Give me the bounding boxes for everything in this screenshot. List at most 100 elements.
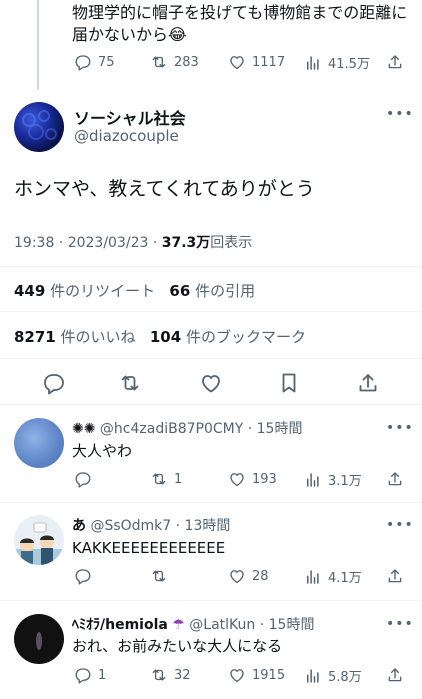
views-icon bbox=[307, 668, 319, 683]
reply-retweet-count: 32 bbox=[174, 667, 191, 683]
reply-reply-button[interactable]: 1 bbox=[74, 666, 106, 684]
reply-header: あ @SsOdmk7 · 13時間 bbox=[72, 515, 230, 535]
reply-retweet-count: 1 bbox=[174, 471, 183, 487]
reply-display-name[interactable]: ﾍﾐｵﾗ/hemiola bbox=[72, 617, 168, 633]
reply-avatar[interactable] bbox=[14, 515, 64, 565]
quote-total[interactable]: 66 bbox=[169, 282, 190, 300]
reply-like-count: 28 bbox=[252, 568, 269, 584]
parent-share-button[interactable] bbox=[386, 53, 410, 71]
reply-share-button[interactable] bbox=[386, 470, 410, 488]
bookmark-total[interactable]: 104 bbox=[150, 328, 181, 346]
share-icon bbox=[388, 668, 402, 682]
reply-icon bbox=[75, 472, 91, 488]
reply-icon bbox=[75, 668, 91, 684]
retweet-icon[interactable] bbox=[118, 371, 142, 395]
bookmark-icon[interactable] bbox=[277, 371, 301, 395]
reply-handle[interactable]: @SsOdmk7 bbox=[90, 518, 171, 534]
umbrella-icon: ☂ bbox=[172, 617, 185, 633]
share-icon bbox=[388, 472, 402, 486]
parent-views-button[interactable]: 41.5万 bbox=[304, 53, 370, 72]
divider bbox=[0, 502, 422, 503]
quote-total-label[interactable]: 件の引用 bbox=[195, 282, 255, 300]
divider bbox=[0, 404, 422, 405]
parent-tweet-text: 物理学的に帽子を投げても博物館までの距離に届かないから😂 bbox=[72, 3, 408, 44]
reply-share-button[interactable] bbox=[386, 567, 410, 585]
more-icon[interactable]: ••• bbox=[386, 517, 414, 533]
reply-like-count: 1915 bbox=[252, 667, 286, 683]
reply-avatar[interactable] bbox=[14, 418, 64, 468]
reply-views-button[interactable]: 4.1万 bbox=[304, 567, 362, 586]
views-icon bbox=[307, 55, 319, 70]
reply-reply-button[interactable] bbox=[74, 470, 98, 488]
share-icon bbox=[388, 55, 402, 69]
reply-handle[interactable]: @hc4zadiB87P0CMY bbox=[100, 421, 243, 437]
reply-view-count: 4.1万 bbox=[328, 571, 362, 586]
retweet-total-label[interactable]: 件のリツイート bbox=[50, 282, 155, 300]
reply-time[interactable]: · 15時間 bbox=[260, 617, 315, 633]
reply-like-count: 193 bbox=[252, 471, 277, 487]
more-icon[interactable]: ••• bbox=[386, 106, 414, 122]
retweet-icon bbox=[152, 56, 166, 68]
reply-avatar[interactable] bbox=[14, 614, 64, 664]
heart-icon bbox=[230, 56, 244, 70]
reply-header: ✺✺ @hc4zadiB87P0CMY · 15時間 bbox=[72, 418, 302, 438]
parent-view-count: 41.5万 bbox=[328, 57, 370, 72]
retweet-total[interactable]: 449 bbox=[14, 282, 45, 300]
main-handle[interactable]: @diazocouple bbox=[74, 127, 179, 145]
parent-reply-button[interactable]: 75 bbox=[74, 53, 115, 71]
bookmark-total-label[interactable]: 件のブックマーク bbox=[186, 328, 306, 346]
reply-text: おれ、お前みたいな大人になる bbox=[72, 637, 283, 655]
reply-retweet-button[interactable]: 32 bbox=[150, 666, 191, 684]
divider bbox=[0, 266, 422, 267]
share-icon[interactable] bbox=[356, 371, 380, 395]
reply-icon[interactable] bbox=[42, 371, 66, 395]
reply-text: 大人やわ bbox=[72, 442, 133, 460]
main-tweet-text: ホンマや、教えてくれてありがとう bbox=[14, 178, 315, 200]
divider bbox=[0, 358, 422, 359]
reply-time[interactable]: · 13時間 bbox=[176, 518, 231, 534]
reply-header: ﾍﾐｵﾗ/hemiola ☂ @LatlKun · 15時間 bbox=[72, 614, 314, 634]
like-total[interactable]: 8271 bbox=[14, 328, 56, 346]
more-icon[interactable]: ••• bbox=[386, 420, 414, 436]
parent-reply-count: 75 bbox=[98, 54, 115, 70]
reply-views-button[interactable]: 5.8万 bbox=[304, 666, 362, 685]
more-icon[interactable]: ••• bbox=[386, 616, 414, 632]
retweet-icon bbox=[152, 570, 166, 582]
reply-retweet-button[interactable]: 1 bbox=[150, 470, 182, 488]
views-icon bbox=[307, 569, 319, 584]
reply-like-button[interactable]: 193 bbox=[228, 470, 277, 488]
reply-like-button[interactable]: 1915 bbox=[228, 666, 285, 684]
tweet-timestamp[interactable]: 19:38 · 2023/03/23 · bbox=[14, 235, 162, 251]
parent-retweet-button[interactable]: 283 bbox=[150, 53, 199, 71]
thread-line bbox=[37, 0, 39, 90]
reply-reply-button[interactable] bbox=[74, 567, 98, 585]
retweet-icon bbox=[152, 473, 166, 485]
like-stats: 8271 件のいいね 104 件のブックマーク bbox=[14, 326, 306, 347]
divider bbox=[0, 600, 422, 601]
like-total-label[interactable]: 件のいいね bbox=[61, 328, 136, 346]
share-icon bbox=[388, 569, 402, 583]
tweet-meta: 19:38 · 2023/03/23 · 37.3万回表示 bbox=[14, 232, 252, 252]
reply-views-button[interactable]: 3.1万 bbox=[304, 470, 362, 489]
main-display-name[interactable]: ソーシャル社会 bbox=[74, 105, 186, 129]
retweet-icon bbox=[152, 669, 166, 681]
reply-retweet-button[interactable] bbox=[150, 567, 174, 585]
reply-text: KAKKEEEEEEEEEEEE bbox=[72, 539, 226, 557]
reply-view-count: 3.1万 bbox=[328, 474, 362, 489]
reply-icon bbox=[75, 55, 91, 71]
divider bbox=[0, 311, 422, 312]
reply-like-button[interactable]: 28 bbox=[228, 567, 269, 585]
parent-like-button[interactable]: 1117 bbox=[228, 53, 285, 71]
heart-icon[interactable] bbox=[199, 371, 223, 395]
reply-handle[interactable]: @LatlKun bbox=[189, 617, 255, 633]
reply-display-name[interactable]: あ bbox=[72, 518, 86, 534]
reply-share-button[interactable] bbox=[386, 666, 410, 684]
reply-time[interactable]: · 15時間 bbox=[248, 421, 303, 437]
main-avatar[interactable] bbox=[14, 102, 64, 152]
retweet-stats: 449 件のリツイート 66 件の引用 bbox=[14, 280, 255, 301]
parent-like-count: 1117 bbox=[252, 54, 286, 70]
heart-icon bbox=[230, 473, 244, 487]
reply-icon bbox=[75, 569, 91, 585]
heart-icon bbox=[230, 570, 244, 584]
reply-display-name[interactable]: ✺✺ bbox=[72, 421, 95, 437]
